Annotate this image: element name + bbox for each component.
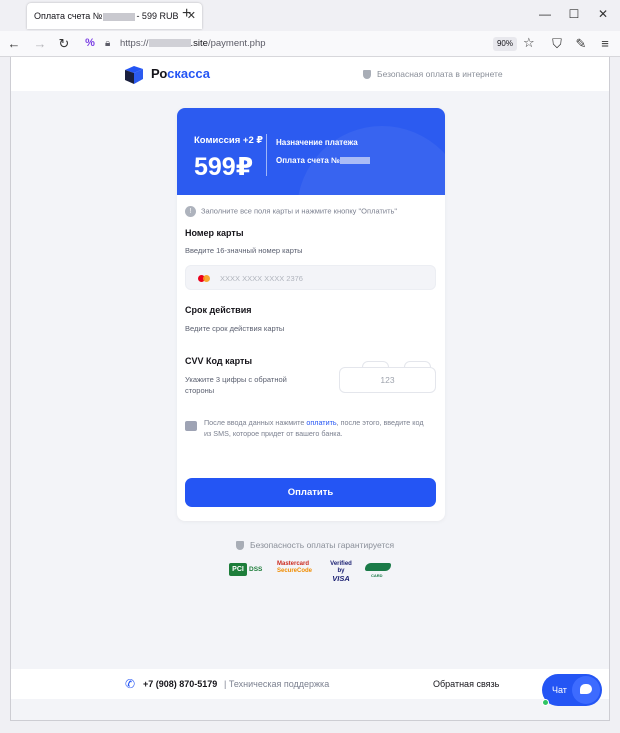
feedback-link[interactable]: Обратная связь	[433, 679, 499, 689]
security-badges: PCI DSS Mastercard SecureCode Verified by V…	[229, 561, 399, 583]
card-number-hint: Введите 16-значный номер карты	[185, 246, 303, 255]
new-tab-button[interactable]: +	[182, 5, 191, 23]
browser-tab-bar: Оплата счета № - 599 RUB ✕ + — ☐ ✕	[0, 0, 620, 31]
chat-label: Чат	[552, 685, 567, 695]
back-arrow-icon[interactable]: ←	[6, 36, 22, 51]
redacted-block	[148, 39, 191, 48]
pci-dss-badge: PCI DSS	[229, 561, 265, 579]
mastercard-securecode-badge: Mastercard SecureCode	[277, 561, 313, 574]
address-bar[interactable]: 🔒︎ https://.site/payment.php 90% ☆	[103, 34, 550, 54]
online-status-dot	[542, 699, 549, 706]
pay-link[interactable]: оплатить	[306, 418, 336, 427]
pay-button[interactable]: Оплатить	[185, 478, 436, 507]
phone-icon: ✆	[125, 677, 136, 691]
payment-amount: 599₽	[194, 153, 254, 181]
brush-icon[interactable]: ✎	[573, 36, 589, 52]
cvv-label: CVV Код карты	[185, 356, 253, 366]
redacted-block	[339, 157, 370, 165]
verified-by-visa-badge: Verified by VISA	[330, 561, 352, 583]
shield-icon	[363, 70, 371, 80]
mastercard-icon	[198, 275, 210, 282]
card-number-placeholder: XXXX XXXX XXXX 2376	[220, 274, 303, 283]
expiry-label: Срок действия	[185, 305, 252, 315]
browser-tab[interactable]: Оплата счета № - 599 RUB ✕	[27, 3, 202, 29]
card-number-input[interactable]: XXXX XXXX XXXX 2376	[185, 265, 436, 290]
cvv-input[interactable]: 123	[339, 367, 436, 393]
url-text: https://.site/payment.php	[120, 38, 266, 49]
payment-summary: Комиссия +2 ₽ 599₽ Назначение платежа Оп…	[177, 108, 445, 195]
tab-title-prefix: Оплата счета №	[34, 11, 103, 21]
shield-icon[interactable]: ⛉	[549, 36, 565, 52]
divider	[266, 134, 267, 176]
chat-button[interactable]: Чат	[542, 674, 602, 706]
sms-notice-icon	[185, 421, 197, 431]
shield-icon	[236, 541, 244, 551]
card-security-badge: CARD	[365, 563, 393, 578]
page: Роскасса Безопасная оплата в интернете К…	[10, 57, 610, 721]
reload-icon[interactable]: ↻	[56, 36, 72, 52]
tab-title-suffix: - 599 RUB	[136, 11, 179, 21]
form-info: ! Заполните все поля карты и нажмите кноп…	[185, 206, 397, 217]
secure-payment-note: Безопасная оплата в интернете	[363, 69, 503, 80]
payment-card: Комиссия +2 ₽ 599₽ Назначение платежа Оп…	[177, 108, 445, 521]
menu-icon[interactable]: ≡	[597, 36, 613, 51]
site-footer: ✆ +7 (908) 870-5179 | Техническая поддер…	[11, 669, 609, 699]
cvv-hint: Укажите 3 цифры с обратной стороны	[185, 375, 287, 395]
sms-notice: После ввода данных нажмите оплатить, пос…	[204, 418, 424, 438]
minimize-button[interactable]: —	[538, 7, 552, 21]
purpose-value: Оплата счета №	[276, 156, 370, 165]
bookmark-star-icon[interactable]: ☆	[523, 35, 535, 51]
chat-bubble-icon	[572, 676, 600, 704]
logo-text[interactable]: Роскасса	[151, 66, 210, 81]
close-window-button[interactable]: ✕	[596, 7, 610, 21]
lock-icon: 🔒︎	[105, 38, 111, 49]
browser-nav-bar: ← → ↻ % 🔒︎ https://.site/payment.php 90%…	[0, 31, 620, 57]
expiry-hint: Ведите срок действия карты	[185, 324, 285, 333]
maximize-button[interactable]: ☐	[567, 7, 581, 21]
security-guarantee: Безопасность оплаты гарантируется	[236, 540, 394, 551]
info-icon: !	[185, 206, 196, 217]
logo-icon	[125, 66, 143, 84]
purpose-label: Назначение платежа	[276, 138, 358, 147]
support-label: | Техническая поддержка	[224, 679, 330, 689]
support-phone[interactable]: +7 (908) 870-5179	[143, 679, 217, 689]
site-header: Роскасса Безопасная оплата в интернете	[11, 57, 609, 91]
redacted-block	[103, 12, 136, 21]
extension-icon[interactable]: %	[82, 37, 98, 49]
card-number-label: Номер карты	[185, 228, 244, 238]
zoom-indicator[interactable]: 90%	[493, 37, 517, 51]
forward-arrow-icon[interactable]: →	[32, 36, 48, 51]
commission-text: Комиссия +2 ₽	[194, 135, 264, 146]
